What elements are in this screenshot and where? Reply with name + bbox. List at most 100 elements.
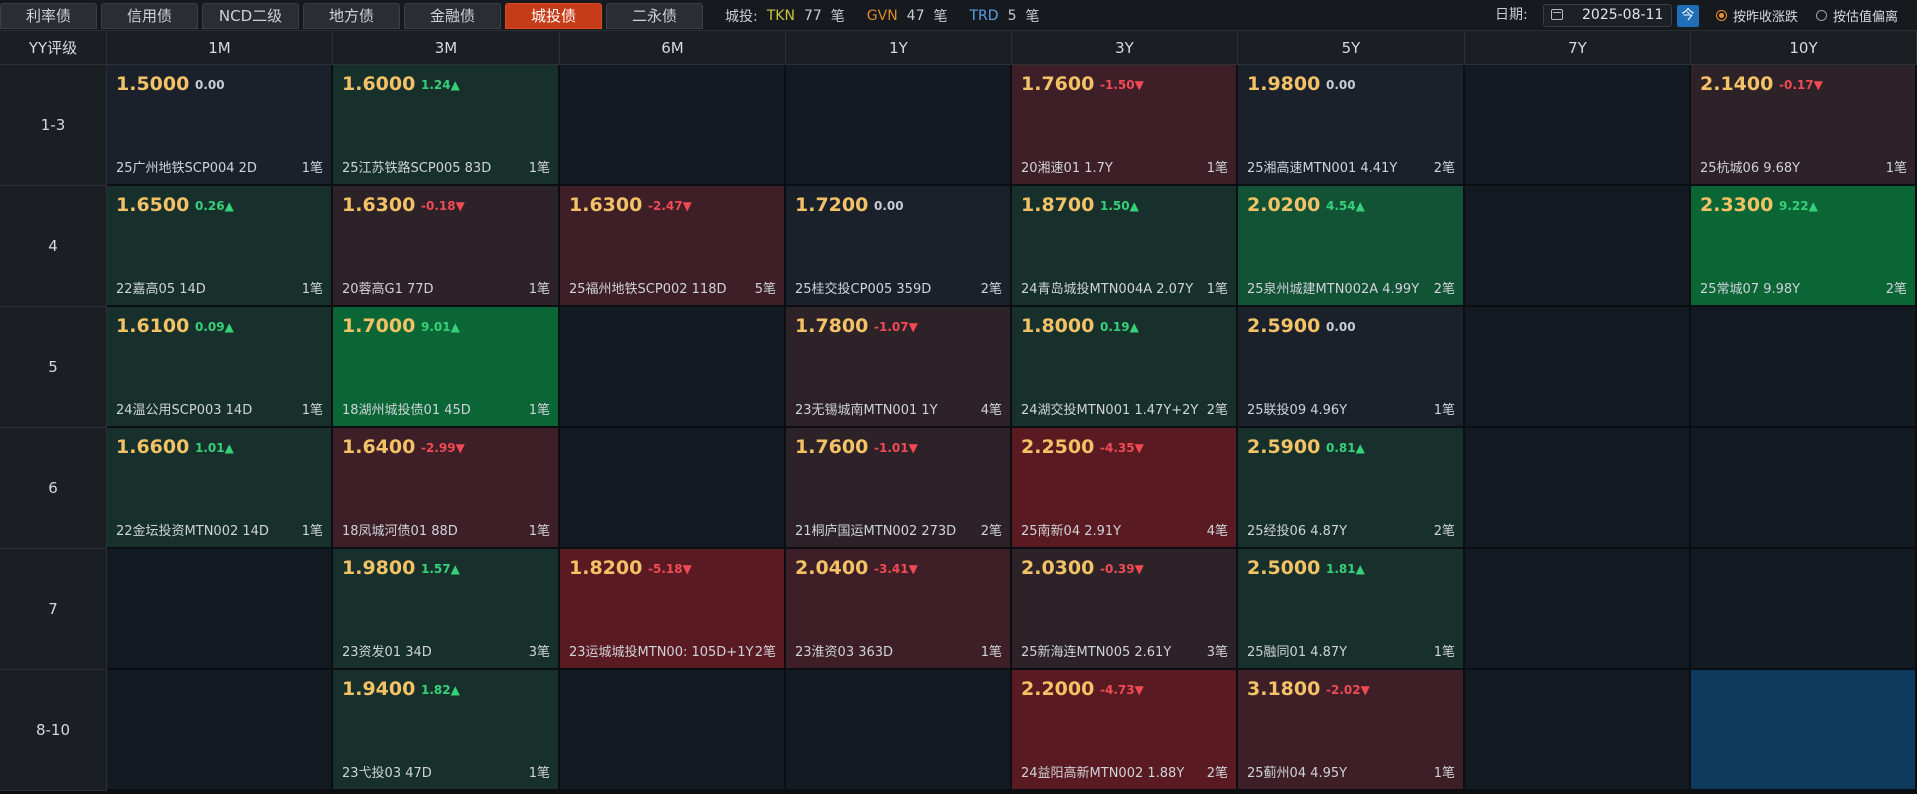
- grid-cell-quote[interactable]: 1.8700 1.50▲ 24青岛城投MTN004A 2.07Y 1笔: [1012, 186, 1238, 307]
- trade-count: 5笔: [754, 282, 776, 297]
- grid-cell-empty[interactable]: [560, 65, 786, 186]
- radio-label[interactable]: 按昨收涨跌: [1733, 6, 1798, 25]
- quote-change: -0.17▼: [1779, 78, 1823, 92]
- radio-by-prev-close[interactable]: 按昨收涨跌: [1716, 0, 1798, 31]
- calendar-icon[interactable]: [1551, 9, 1563, 20]
- bond-name: 25福州地铁SCP002 118D: [569, 282, 727, 297]
- tab-perpetual-bond[interactable]: 二永债: [606, 3, 703, 29]
- date-picker[interactable]: 2025-08-11: [1543, 4, 1672, 27]
- quote-change: -3.41▼: [874, 562, 918, 576]
- tab-credit-bond[interactable]: 信用债: [101, 3, 198, 29]
- grid-cell-empty[interactable]: [560, 670, 786, 791]
- grid-cell-quote[interactable]: 2.5900 0.00 25联投09 4.96Y 1笔: [1238, 307, 1465, 428]
- grid-cell-empty[interactable]: [786, 65, 1012, 186]
- trade-count: 1笔: [528, 282, 550, 297]
- tab-ncd-secondary[interactable]: NCD二级: [202, 3, 299, 29]
- column-header: 7Y: [1465, 31, 1691, 65]
- grid-cell-empty[interactable]: [560, 428, 786, 549]
- tab-rate-bond[interactable]: 利率债: [0, 3, 97, 29]
- trade-count: 2笔: [1206, 403, 1228, 418]
- grid-cell-quote[interactable]: 1.7200 0.00 25桂交投CP005 359D 2笔: [786, 186, 1012, 307]
- trade-count: 1笔: [1433, 403, 1455, 418]
- grid-cell-empty[interactable]: [107, 670, 333, 791]
- grid-cell-empty[interactable]: [107, 549, 333, 670]
- grid-cell-quote[interactable]: 1.8000 0.19▲ 24湖交投MTN001 1.47Y+2Y 2笔: [1012, 307, 1238, 428]
- quote-change: 0.81▲: [1326, 441, 1365, 455]
- grid-cell-quote[interactable]: 2.0200 4.54▲ 25泉州城建MTN002A 4.99Y 2笔: [1238, 186, 1465, 307]
- quote-price: 3.1800: [1247, 678, 1321, 700]
- bond-category-tabs: 利率债 信用债 NCD二级 地方债 金融债 城投债 二永债: [0, 3, 707, 29]
- grid-cell-selected[interactable]: [1691, 670, 1917, 791]
- grid-cell-quote[interactable]: 1.6400 -2.99▼ 18凤城河债01 88D 1笔: [333, 428, 560, 549]
- grid-cell-quote[interactable]: 1.7000 9.01▲ 18湖州城投债01 45D 1笔: [333, 307, 560, 428]
- quote-change: 1.57▲: [421, 562, 460, 576]
- grid-cell-quote[interactable]: 2.5900 0.81▲ 25经投06 4.87Y 2笔: [1238, 428, 1465, 549]
- grid-cell-empty[interactable]: [560, 307, 786, 428]
- grid-cell-empty[interactable]: [786, 670, 1012, 791]
- gvn-count: 47: [906, 7, 925, 24]
- grid-cell-quote[interactable]: 2.0300 -0.39▼ 25新海连MTN005 2.61Y 3笔: [1012, 549, 1238, 670]
- grid-cell-quote[interactable]: 1.7800 -1.07▼ 23无锡城南MTN001 1Y 4笔: [786, 307, 1012, 428]
- trade-count: 1笔: [1206, 161, 1228, 176]
- grid-cell-quote[interactable]: 2.0400 -3.41▼ 23淮资03 363D 1笔: [786, 549, 1012, 670]
- bond-name: 24益阳高新MTN002 1.88Y: [1021, 766, 1185, 781]
- bond-name: 25泉州城建MTN002A 4.99Y: [1247, 282, 1420, 297]
- grid-cell-quote[interactable]: 1.6000 1.24▲ 25江苏铁路SCP005 83D 1笔: [333, 65, 560, 186]
- quote-change: 0.00: [874, 199, 904, 213]
- quote-price: 1.6300: [569, 194, 643, 216]
- bond-name: 20蓉高G1 77D: [342, 282, 434, 297]
- today-button[interactable]: 今: [1677, 5, 1699, 27]
- radio-unchecked-icon[interactable]: [1816, 10, 1827, 21]
- trade-count: 2笔: [1433, 282, 1455, 297]
- radio-checked-icon[interactable]: [1716, 10, 1727, 21]
- grid-cell-empty[interactable]: [1691, 549, 1917, 670]
- grid-cell-quote[interactable]: 1.6300 -0.18▼ 20蓉高G1 77D 1笔: [333, 186, 560, 307]
- grid-cell-empty[interactable]: [1691, 428, 1917, 549]
- grid-cell-quote[interactable]: 1.8200 -5.18▼ 23运城城投MTN00: 105D+1Y 2笔: [560, 549, 786, 670]
- grid-cell-quote[interactable]: 2.5000 1.81▲ 25融同01 4.87Y 1笔: [1238, 549, 1465, 670]
- grid-cell-quote[interactable]: 1.9800 1.57▲ 23资发01 34D 3笔: [333, 549, 560, 670]
- quote-change: 9.01▲: [421, 320, 460, 334]
- grid-cell-quote[interactable]: 1.7600 -1.50▼ 20湘速01 1.7Y 1笔: [1012, 65, 1238, 186]
- date-value[interactable]: 2025-08-11: [1582, 5, 1663, 26]
- grid-cell-quote[interactable]: 1.6100 0.09▲ 24温公用SCP003 14D 1笔: [107, 307, 333, 428]
- bond-name: 24湖交投MTN001 1.47Y+2Y: [1021, 403, 1199, 418]
- trade-count: 1笔: [528, 766, 550, 781]
- grid-cell-empty[interactable]: [1465, 65, 1691, 186]
- grid-cell-empty[interactable]: [1465, 670, 1691, 791]
- bond-name: 23资发01 34D: [342, 645, 432, 660]
- bond-name: 24温公用SCP003 14D: [116, 403, 253, 418]
- grid-cell-empty[interactable]: [1465, 186, 1691, 307]
- grid-cell-empty[interactable]: [1465, 428, 1691, 549]
- grid-cell-quote[interactable]: 1.9800 0.00 25湘高速MTN001 4.41Y 2笔: [1238, 65, 1465, 186]
- quote-change: 1.01▲: [195, 441, 234, 455]
- trade-count: 4笔: [980, 403, 1002, 418]
- radio-by-valuation-deviation[interactable]: 按估值偏离: [1816, 0, 1898, 31]
- trade-count: 3笔: [1206, 645, 1228, 660]
- grid-cell-quote[interactable]: 1.9400 1.82▲ 23弋投03 47D 1笔: [333, 670, 560, 791]
- trade-count: 1笔: [1433, 766, 1455, 781]
- trade-stats: 城投: TKN 77 笔 GVN 47 笔 TRD 5 笔: [725, 0, 1061, 31]
- grid-cell-quote[interactable]: 1.6600 1.01▲ 22金坛投资MTN002 14D 1笔: [107, 428, 333, 549]
- bond-name: 25湘高速MTN001 4.41Y: [1247, 161, 1398, 176]
- grid-cell-quote[interactable]: 1.5000 0.00 25广州地铁SCP004 2D 1笔: [107, 65, 333, 186]
- quote-price: 2.5000: [1247, 557, 1321, 579]
- grid-cell-empty[interactable]: [1691, 307, 1917, 428]
- grid-cell-quote[interactable]: 3.1800 -2.02▼ 25蓟州04 4.95Y 1笔: [1238, 670, 1465, 791]
- grid-cell-empty[interactable]: [1465, 307, 1691, 428]
- grid-cell-quote[interactable]: 1.6300 -2.47▼ 25福州地铁SCP002 118D 5笔: [560, 186, 786, 307]
- grid-cell-quote[interactable]: 2.2500 -4.35▼ 25南新04 2.91Y 4笔: [1012, 428, 1238, 549]
- grid-cell-quote[interactable]: 1.7600 -1.01▼ 21桐庐国运MTN002 273D 2笔: [786, 428, 1012, 549]
- grid-cell-quote[interactable]: 2.2000 -4.73▼ 24益阳高新MTN002 1.88Y 2笔: [1012, 670, 1238, 791]
- tab-local-gov-bond[interactable]: 地方债: [303, 3, 400, 29]
- tab-financial-bond[interactable]: 金融债: [404, 3, 501, 29]
- row-header: 5: [0, 307, 107, 428]
- grid-cell-quote[interactable]: 2.1400 -0.17▼ 25杭城06 9.68Y 1笔: [1691, 65, 1917, 186]
- grid-cell-quote[interactable]: 2.3300 9.22▲ 25常城07 9.98Y 2笔: [1691, 186, 1917, 307]
- bond-name: 25联投09 4.96Y: [1247, 403, 1348, 418]
- tab-urban-investment-bond[interactable]: 城投债: [505, 3, 602, 29]
- grid-cell-quote[interactable]: 1.6500 0.26▲ 22嘉高05 14D 1笔: [107, 186, 333, 307]
- column-header: 1M: [107, 31, 333, 65]
- radio-label[interactable]: 按估值偏离: [1833, 6, 1898, 25]
- grid-cell-empty[interactable]: [1465, 549, 1691, 670]
